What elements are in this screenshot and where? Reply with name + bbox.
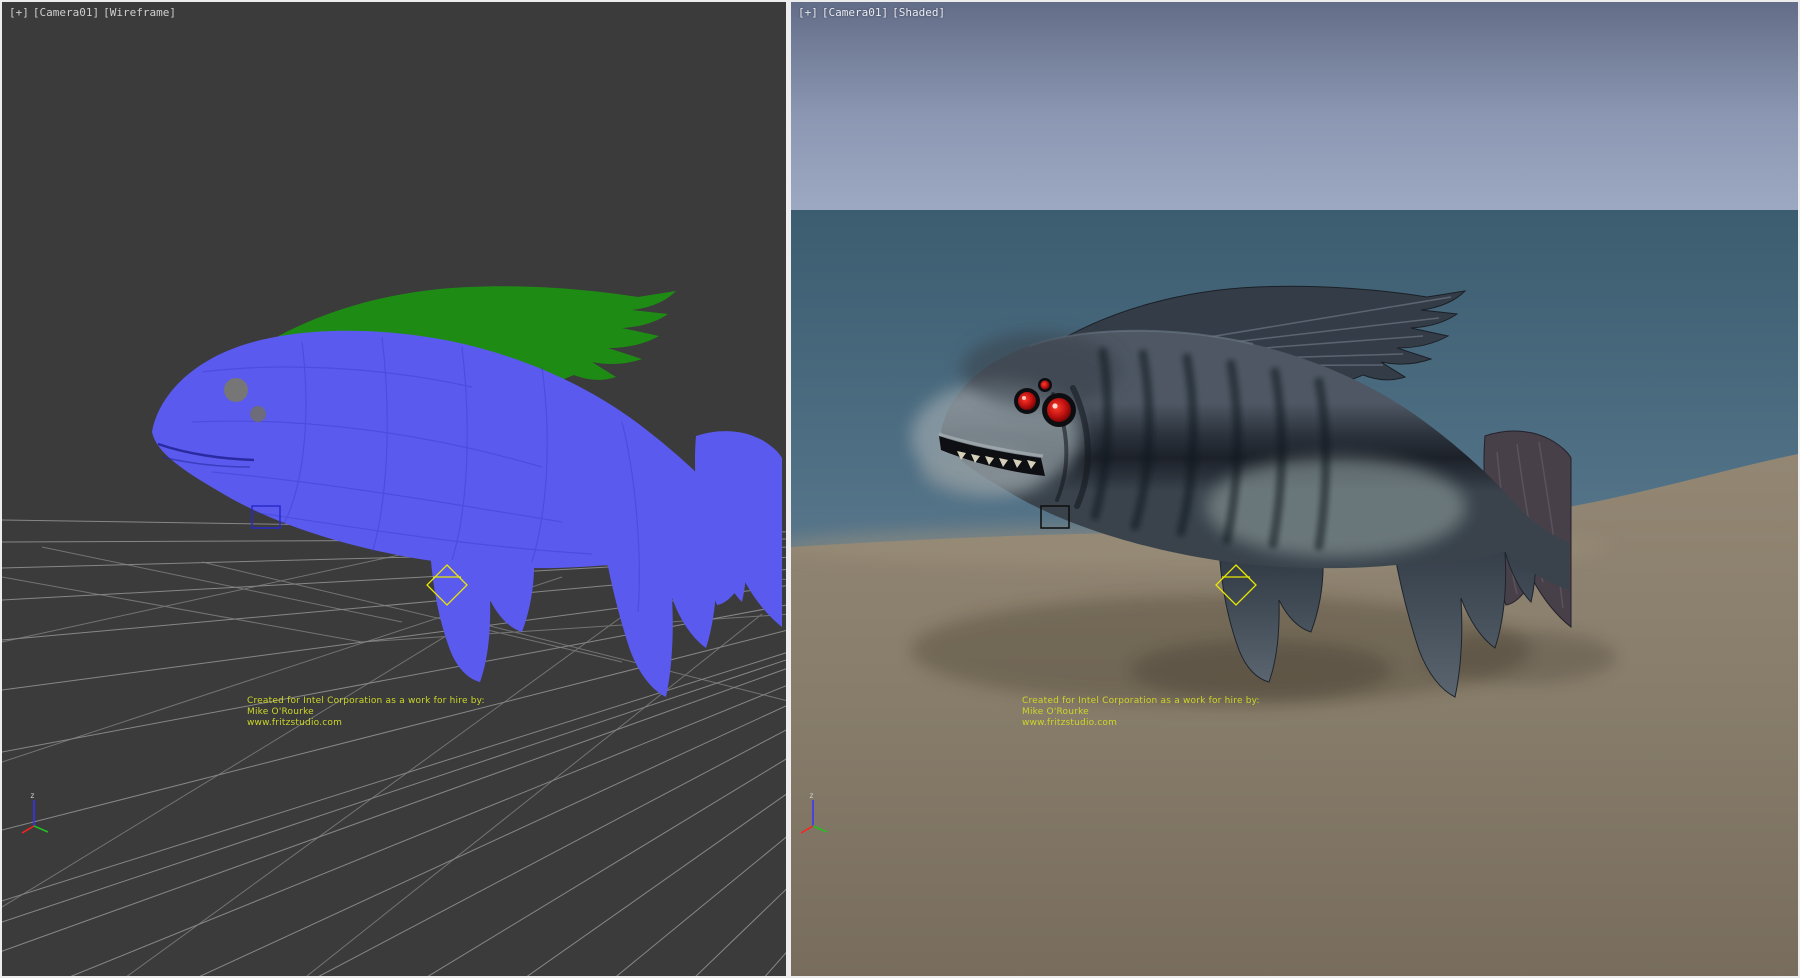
watermark-line1: Created for Intel Corporation as a work …	[247, 696, 485, 707]
watermark-line1: Created for Intel Corporation as a work …	[1022, 696, 1260, 707]
watermark-line2: Mike O'Rourke	[247, 707, 485, 718]
watermark: Created for Intel Corporation as a work …	[1022, 696, 1260, 729]
viewport-menu-general-button[interactable]: [+]	[9, 6, 29, 19]
viewport-menu-general-button[interactable]: [+]	[798, 6, 818, 19]
watermark: Created for Intel Corporation as a work …	[247, 696, 485, 729]
eye-spot-small	[250, 406, 266, 422]
viewport-shaded[interactable]: [+] [Camera01] [Shaded]	[791, 2, 1798, 976]
watermark-line3: www.fritzstudio.com	[247, 718, 485, 729]
eye-spot	[224, 378, 248, 402]
dual-viewport-stage: [+] [Camera01] [Wireframe]	[0, 0, 1800, 978]
pelvic-fin[interactable]	[430, 548, 534, 682]
viewport-menu-shading-button[interactable]: [Wireframe]	[103, 6, 176, 19]
viewport-label: [+] [Camera01] [Wireframe]	[9, 6, 176, 19]
viewport-menu-shading-button[interactable]: [Shaded]	[892, 6, 945, 19]
watermark-line2: Mike O'Rourke	[1022, 707, 1260, 718]
viewport-wireframe[interactable]: [+] [Camera01] [Wireframe]	[2, 2, 786, 976]
viewport-label: [+] [Camera01] [Shaded]	[798, 6, 945, 19]
fish-model-wireframe[interactable]	[152, 286, 782, 697]
wireframe-scene[interactable]	[2, 2, 786, 976]
sky	[791, 2, 1798, 212]
viewport-menu-pov-button[interactable]: [Camera01]	[822, 6, 888, 19]
watermark-line3: www.fritzstudio.com	[1022, 718, 1260, 729]
shaded-scene[interactable]	[791, 2, 1798, 976]
axis-tripod-icon	[22, 791, 48, 833]
viewport-menu-pov-button[interactable]: [Camera01]	[33, 6, 99, 19]
